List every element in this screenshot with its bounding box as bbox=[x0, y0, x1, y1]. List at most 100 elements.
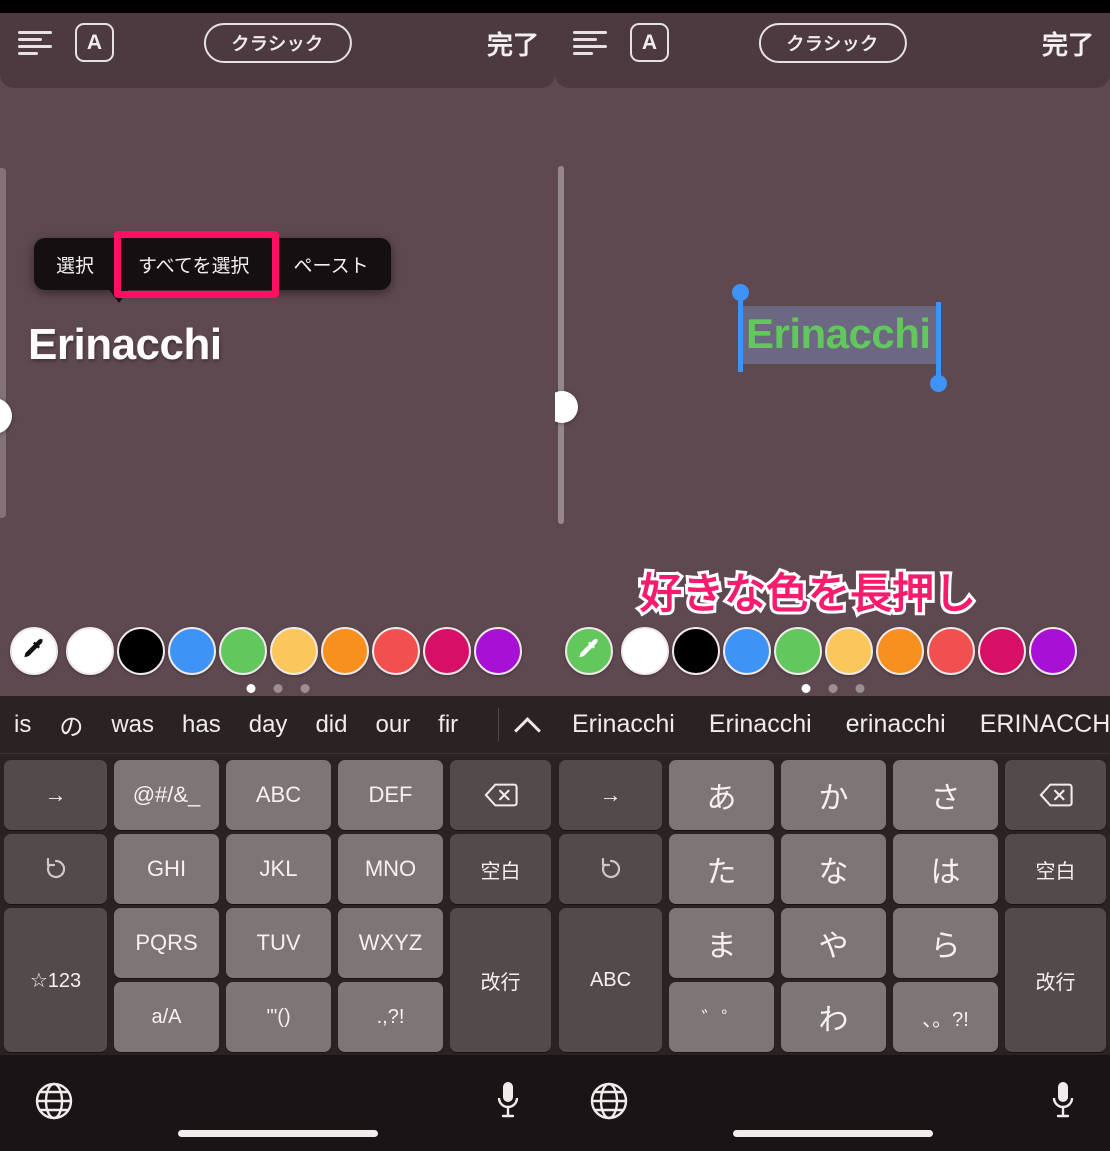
context-menu-item-paste[interactable]: ペースト bbox=[271, 238, 391, 290]
text-align-left-icon[interactable] bbox=[18, 27, 52, 57]
swatch-orange[interactable] bbox=[321, 627, 369, 675]
symbols-key[interactable]: @#/&_ bbox=[114, 760, 219, 830]
punctuation-key[interactable]: .,?! bbox=[338, 982, 443, 1052]
page-dot[interactable] bbox=[300, 684, 309, 693]
done-button[interactable]: 完了 bbox=[487, 25, 539, 62]
context-menu-item-select[interactable]: 選択 bbox=[34, 238, 116, 290]
globe-icon[interactable] bbox=[34, 1081, 74, 1121]
cursor-right-key[interactable]: → bbox=[559, 760, 662, 830]
selection-handle-end[interactable] bbox=[929, 302, 947, 392]
page-dot[interactable] bbox=[828, 684, 837, 693]
brackets-key[interactable]: '"() bbox=[226, 982, 331, 1052]
a-row-key[interactable]: あ bbox=[669, 760, 774, 830]
selection-handle-start[interactable] bbox=[732, 284, 749, 372]
return-key[interactable]: 改行 bbox=[450, 908, 551, 1052]
undo-key[interactable] bbox=[4, 834, 107, 904]
ma-row-key[interactable]: ま bbox=[669, 908, 774, 978]
swatch-purple[interactable] bbox=[1029, 627, 1077, 675]
suggestion-item[interactable]: did bbox=[301, 711, 361, 739]
backspace-key[interactable] bbox=[450, 760, 551, 830]
swatch-yellow[interactable] bbox=[825, 627, 873, 675]
suggestion-item[interactable]: was bbox=[97, 711, 168, 739]
page-dot[interactable] bbox=[246, 684, 255, 693]
suggestion-item[interactable]: ERINACCHI bbox=[963, 710, 1110, 739]
canvas-text-left[interactable]: Erinacchi bbox=[28, 320, 222, 370]
font-picker-button[interactable]: A bbox=[630, 23, 669, 62]
jkl-key[interactable]: JKL bbox=[226, 834, 331, 904]
return-key[interactable]: 改行 bbox=[1005, 908, 1106, 1052]
ha-row-key[interactable]: は bbox=[893, 834, 998, 904]
swatch-black[interactable] bbox=[117, 627, 165, 675]
suggestion-item[interactable]: fir bbox=[424, 711, 472, 739]
microphone-icon[interactable] bbox=[495, 1079, 521, 1123]
style-pill-button[interactable]: クラシック bbox=[203, 23, 352, 63]
suggestion-item[interactable]: has bbox=[168, 711, 235, 739]
microphone-icon[interactable] bbox=[1050, 1079, 1076, 1123]
swatch-green[interactable] bbox=[774, 627, 822, 675]
ka-row-key[interactable]: か bbox=[781, 760, 886, 830]
page-dot[interactable] bbox=[855, 684, 864, 693]
swatch-white[interactable] bbox=[66, 627, 114, 675]
suggestion-item[interactable]: is bbox=[0, 711, 45, 739]
canvas-left[interactable]: 選択 すべてを選択 ペースト Erinacchi bbox=[0, 88, 555, 618]
text-align-left-icon[interactable] bbox=[573, 27, 607, 57]
size-slider-right[interactable] bbox=[555, 166, 578, 524]
case-key[interactable]: a/A bbox=[114, 982, 219, 1052]
style-pill-button[interactable]: クラシック bbox=[758, 23, 907, 63]
canvas-right[interactable]: Erinacchi bbox=[555, 88, 1110, 618]
suggestion-item[interactable]: our bbox=[361, 711, 424, 739]
suggestion-item[interactable]: day bbox=[235, 711, 302, 739]
swatch-orange[interactable] bbox=[876, 627, 924, 675]
sa-row-key[interactable]: さ bbox=[893, 760, 998, 830]
ra-row-key[interactable]: ら bbox=[893, 908, 998, 978]
palette-page-dots[interactable] bbox=[801, 684, 864, 693]
globe-icon[interactable] bbox=[589, 1081, 629, 1121]
suggestion-item[interactable]: Erinacchi bbox=[555, 710, 692, 739]
suggestion-item[interactable]: の bbox=[45, 707, 97, 742]
swatch-blue[interactable] bbox=[168, 627, 216, 675]
palette-page-dots[interactable] bbox=[246, 684, 309, 693]
swatch-purple[interactable] bbox=[474, 627, 522, 675]
text-selection-highlight[interactable]: Erinacchi bbox=[732, 284, 947, 392]
tuv-key[interactable]: TUV bbox=[226, 908, 331, 978]
swatch-blue[interactable] bbox=[723, 627, 771, 675]
font-picker-button[interactable]: A bbox=[75, 23, 114, 62]
wa-row-key[interactable]: わ bbox=[781, 982, 886, 1052]
pqrs-key[interactable]: PQRS bbox=[114, 908, 219, 978]
size-slider-left[interactable] bbox=[0, 168, 12, 518]
size-slider-knob[interactable] bbox=[0, 398, 12, 434]
swatch-black[interactable] bbox=[672, 627, 720, 675]
swatch-red[interactable] bbox=[372, 627, 420, 675]
numbers-key[interactable]: ☆123 bbox=[4, 908, 107, 1052]
dakuten-key[interactable]: ゛゜ bbox=[669, 982, 774, 1052]
chevron-up-icon[interactable] bbox=[515, 712, 541, 738]
undo-key[interactable] bbox=[559, 834, 662, 904]
swatch-magenta[interactable] bbox=[978, 627, 1026, 675]
space-key[interactable]: 空白 bbox=[1005, 834, 1106, 904]
swatch-green[interactable] bbox=[219, 627, 267, 675]
na-row-key[interactable]: な bbox=[781, 834, 886, 904]
mno-key[interactable]: MNO bbox=[338, 834, 443, 904]
ya-row-key[interactable]: や bbox=[781, 908, 886, 978]
ghi-key[interactable]: GHI bbox=[114, 834, 219, 904]
suggestion-item[interactable]: Erinacchi bbox=[692, 710, 829, 739]
wxyz-key[interactable]: WXYZ bbox=[338, 908, 443, 978]
page-dot[interactable] bbox=[801, 684, 810, 693]
selected-text-group[interactable]: Erinacchi bbox=[732, 284, 947, 392]
space-key[interactable]: 空白 bbox=[450, 834, 551, 904]
abc-key[interactable]: ABC bbox=[226, 760, 331, 830]
ta-row-key[interactable]: た bbox=[669, 834, 774, 904]
def-key[interactable]: DEF bbox=[338, 760, 443, 830]
swatch-red[interactable] bbox=[927, 627, 975, 675]
abc-mode-key[interactable]: ABC bbox=[559, 908, 662, 1052]
context-menu-item-select-all[interactable]: すべてを選択 bbox=[116, 238, 272, 290]
swatch-yellow[interactable] bbox=[270, 627, 318, 675]
swatch-white[interactable] bbox=[621, 627, 669, 675]
eyedropper-icon[interactable] bbox=[565, 627, 613, 675]
cursor-right-key[interactable]: → bbox=[4, 760, 107, 830]
page-dot[interactable] bbox=[273, 684, 282, 693]
swatch-magenta[interactable] bbox=[423, 627, 471, 675]
canvas-text-right[interactable]: Erinacchi bbox=[746, 310, 931, 358]
backspace-key[interactable] bbox=[1005, 760, 1106, 830]
size-slider-knob[interactable] bbox=[555, 391, 578, 423]
